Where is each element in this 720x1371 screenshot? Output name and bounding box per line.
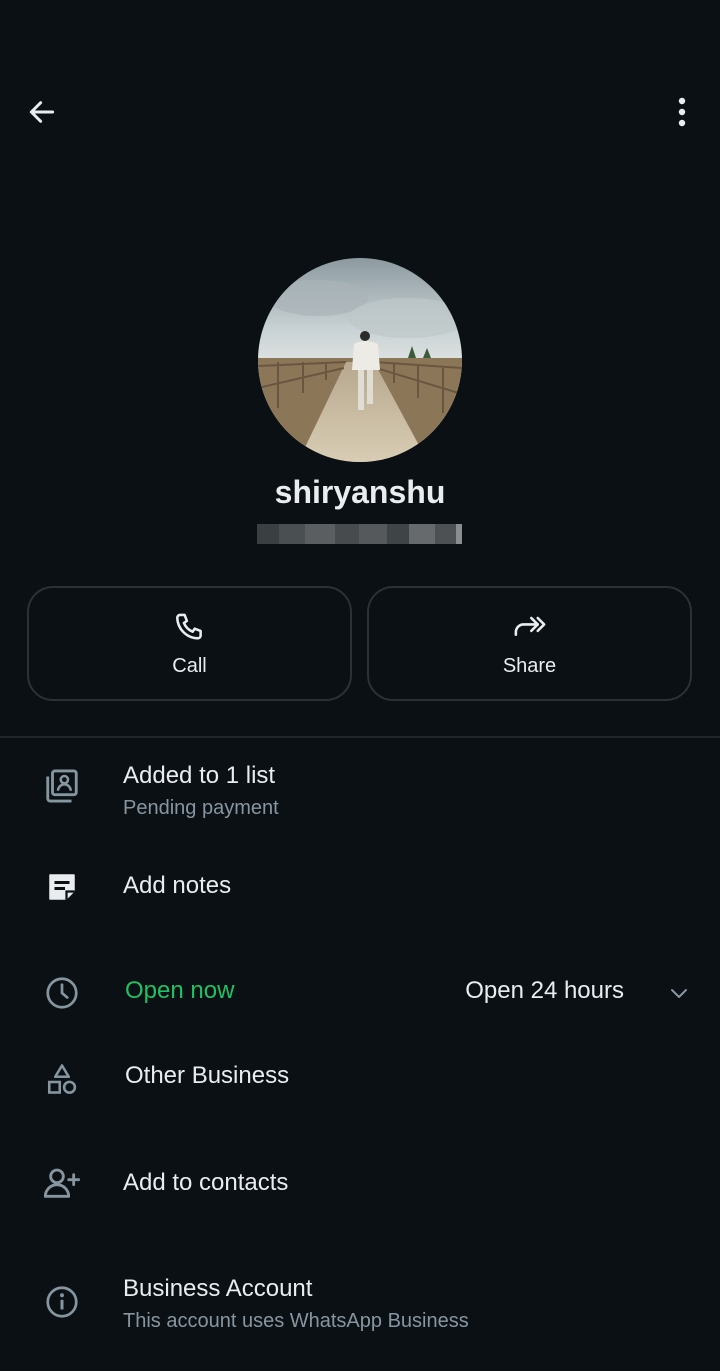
contact-info-screen: shiryanshu Call Share Added to 1 list Pe… bbox=[0, 0, 720, 1371]
more-vertical-icon bbox=[678, 97, 686, 127]
chevron-down-icon bbox=[671, 989, 687, 998]
phone-number-redacted bbox=[257, 524, 462, 544]
phone-icon bbox=[175, 613, 202, 640]
share-button[interactable]: Share bbox=[367, 586, 692, 701]
profile-name: shiryanshu bbox=[274, 474, 446, 510]
list-title: Added to 1 list bbox=[123, 762, 276, 789]
expand-hours-button[interactable] bbox=[664, 978, 694, 1008]
back-button[interactable] bbox=[20, 92, 64, 132]
add-to-contacts-label: Add to contacts bbox=[123, 1169, 289, 1196]
more-options-button[interactable] bbox=[660, 92, 704, 132]
section-divider bbox=[0, 736, 720, 738]
clock-icon bbox=[46, 977, 78, 1009]
business-hours-row[interactable]: Open now Open 24 hours bbox=[0, 968, 720, 1018]
business-category-row: Other Business bbox=[0, 1054, 720, 1104]
contact-list-icon bbox=[46, 769, 78, 803]
share-forward-icon bbox=[514, 616, 545, 636]
add-notes-row[interactable]: Add notes bbox=[0, 860, 720, 920]
business-category: Other Business bbox=[125, 1062, 290, 1089]
open-status: Open now bbox=[125, 977, 235, 1004]
arrow-left-icon bbox=[29, 101, 55, 123]
add-to-contacts-row[interactable]: Add to contacts bbox=[0, 1160, 720, 1210]
profile-photo[interactable] bbox=[258, 258, 462, 462]
business-account-row[interactable]: Business Account This account uses Whats… bbox=[0, 1273, 720, 1343]
business-account-subtitle: This account uses WhatsApp Business bbox=[123, 1310, 469, 1332]
call-label: Call bbox=[172, 655, 207, 677]
call-button[interactable]: Call bbox=[27, 586, 352, 701]
shapes-icon bbox=[47, 1064, 77, 1094]
list-subtitle: Pending payment bbox=[123, 797, 279, 819]
info-icon bbox=[46, 1286, 78, 1318]
hours-text: Open 24 hours bbox=[465, 977, 624, 1004]
top-app-bar bbox=[0, 0, 720, 200]
list-row[interactable]: Added to 1 list Pending payment bbox=[0, 760, 720, 840]
business-account-title: Business Account bbox=[123, 1275, 313, 1302]
share-label: Share bbox=[502, 655, 557, 677]
add-notes-label: Add notes bbox=[123, 872, 232, 899]
person-add-icon bbox=[43, 1168, 81, 1198]
notes-icon bbox=[49, 874, 75, 900]
